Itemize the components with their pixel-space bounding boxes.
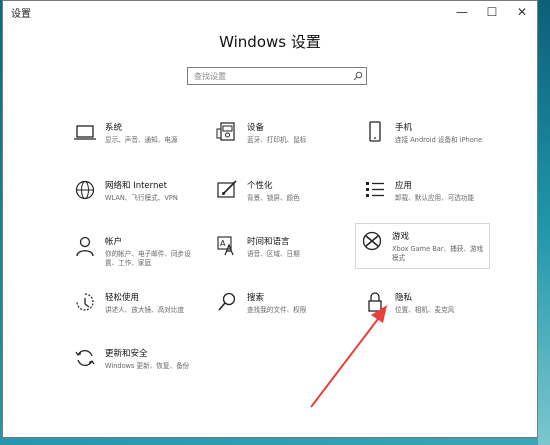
time-language-icon: A [217,236,234,256]
tile-accounts[interactable]: 帐户你的帐户、电子邮件、同步设置、工作、家庭 [69,229,204,275]
tile-desc: 讲述人、放大镜、高对比度 [105,306,185,314]
search-input[interactable]: 查找设置 [187,67,367,85]
tile-network[interactable]: 网络和 Internet WLAN、飞行模式、VPN [69,173,204,219]
tile-desc: WLAN、飞行模式、VPN [105,194,178,202]
maximize-button[interactable]: ☐ [477,1,507,23]
tile-phone[interactable]: 手机连接 Android 设备和 iPhone [359,115,494,161]
search-placeholder: 查找设置 [194,71,226,81]
close-button[interactable]: ✕ [507,1,537,23]
svg-text:A: A [220,239,226,248]
minimize-button[interactable]: — [447,1,477,23]
tile-name: 帐户 [105,237,123,247]
tile-name: 设备 [247,123,265,133]
lock-icon [368,292,382,312]
phone-icon [369,121,381,142]
tile-desc: 查找我的文件、权限 [247,306,307,314]
title-bar: 设置 — ☐ ✕ [3,1,537,23]
apps-list-icon [366,182,384,197]
tile-desc: 你的帐户、电子邮件、同步设置、工作、家庭 [105,250,191,267]
tile-name: 个性化 [247,181,273,191]
tile-desc: 语音、区域、日期 [247,250,300,258]
tile-desc: Xbox Game Bar、捕获、游戏模式 [392,245,484,262]
page-title: Windows 设置 [219,33,321,51]
paintbrush-icon [217,180,237,198]
tile-desc: 连接 Android 设备和 iPhone [395,136,483,144]
tile-search[interactable]: 搜索查找我的文件、权限 [211,285,346,331]
tile-name: 网络和 Internet [105,181,167,191]
tile-name: 时间和语言 [247,237,290,247]
tile-desc: 蓝牙、打印机、鼠标 [247,136,307,144]
tile-name: 轻松使用 [105,293,140,303]
tile-desc: 卸载、默认应用、可选功能 [395,194,475,202]
tile-desc: 显示、声音、通知、电源 [105,136,178,144]
tile-desc: 位置、相机、麦克风 [395,306,455,314]
tile-name: 更新和安全 [105,349,148,359]
tile-desc: Windows 更新、恢复、备份 [105,362,190,370]
ease-of-access-icon [76,293,94,311]
tile-name: 搜索 [247,293,265,303]
window-title: 设置 [11,8,31,20]
tile-privacy[interactable]: 隐私位置、相机、麦克风 [359,285,494,331]
tile-personalization[interactable]: 个性化背景、锁屏、颜色 [211,173,346,219]
tile-system[interactable]: 系统显示、声音、通知、电源 [69,115,204,161]
desktop-background [538,0,550,445]
tile-update-security[interactable]: 更新和安全 Windows 更新、恢复、备份 [69,341,204,387]
tile-name: 游戏 [392,232,410,242]
tile-devices[interactable]: 设备蓝牙、打印机、鼠标 [211,115,346,161]
tile-name: 系统 [105,123,123,133]
devices-icon [216,122,235,141]
sync-icon [75,350,95,366]
tile-desc: 背景、锁屏、颜色 [247,194,300,202]
tile-name: 隐私 [395,293,413,303]
tile-gaming[interactable]: 游戏 Xbox Game Bar、捕获、游戏模式 [355,223,490,269]
xbox-icon [362,231,382,251]
tile-time-language[interactable]: A 时间和语言语音、区域、日期 [211,229,346,275]
search-icon [218,292,236,311]
tile-name: 应用 [395,181,413,191]
person-icon [76,236,94,257]
tile-ease-of-access[interactable]: 轻松使用讲述人、放大镜、高对比度 [69,285,204,331]
settings-window: 设置 — ☐ ✕ Windows 设置 查找设置 系统显示、声音、通知、电源 设… [2,0,538,438]
tile-name: 手机 [395,123,413,133]
tile-apps[interactable]: 应用卸载、默认应用、可选功能 [359,173,494,219]
search-icon[interactable] [350,68,366,84]
laptop-icon [74,125,96,140]
globe-icon [75,180,95,200]
